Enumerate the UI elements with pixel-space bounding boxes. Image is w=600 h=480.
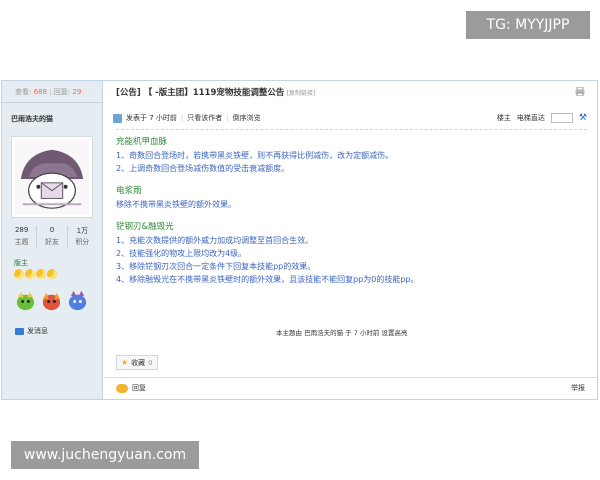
stat-label: 积分 [75,238,90,246]
moon-icon [14,269,24,279]
replies-label: 回复: [53,88,71,96]
copy-link[interactable]: [复制链接] [287,90,316,97]
reverse-order-link[interactable]: 倒序浏览 [233,113,261,123]
moon-icon [25,269,35,279]
highlight-note: 本主题由 巴雨浩夫的猫 于 7 小时前 设置高亮 [276,329,408,337]
screenshot-canvas: TG: MYYJJPP 查看: 688 | 回复: 29 巴雨浩夫的猫 289 … [0,0,600,480]
medal-list [14,289,89,312]
envelope-icon [15,327,24,335]
content-line: 4、移除融毁光在不携带黑炎铁壁时的额外效果，且该技能不能回复pp为0的技能pp。 [116,275,419,284]
post-time: 发表于 7 小时前 [126,114,177,122]
stat-value: 289 [14,226,29,234]
favorite-count: 0 [148,358,153,367]
forum-post: 查看: 688 | 回复: 29 巴雨浩夫的猫 289 主题 0 好友 1万 积… [1,80,598,400]
stat-label: 主题 [14,238,29,246]
content-line: 1、充能次数提供的额外威力加成均调整至首回合生效。 [116,236,314,245]
post-meta: 发表于 7 小时前 | 只看该作者 | 倒序浏览 楼主 电梯直达 ⚒ [113,112,587,124]
content-line: 2、技能强化的物攻上限均改为4级。 [116,249,247,258]
floor-jump-input[interactable] [550,113,573,123]
post-actions-bar: 回复 举报 [104,377,597,399]
post-content: 充能机甲血脉 1、奇数回合登场时，若携带黑炎铁壁，则不再获得比例减伤，改为定额减… [116,136,587,286]
moon-icon [47,269,57,279]
reply-label: 回复 [132,384,146,392]
rank-moons [14,269,57,279]
watermark-top: TG: MYYJJPP [466,11,590,39]
author-stats: 289 主题 0 好友 1万 积分 [7,226,97,247]
thread-stats: 查看: 688 | 回复: 29 [2,81,102,103]
send-message-link[interactable]: 发消息 [15,326,48,336]
medal-blue-creature-icon[interactable] [66,289,89,312]
content-line: 移除不携带黑炎铁壁的额外效果。 [116,200,236,209]
post-body: [公告] 【 -版主团】1119宠物技能调整公告 [复制链接] 发表于 7 小时… [104,81,597,399]
jump-label: 电梯直达 [516,114,545,122]
stat-value: 1万 [76,227,89,235]
user-rank[interactable]: 版主 [14,258,28,268]
print-icon[interactable] [575,87,585,96]
reply-button[interactable]: 回复 [116,383,146,393]
header-divider [116,129,587,130]
send-message-label: 发消息 [27,327,48,335]
thread-header: [公告] 【 -版主团】1119宠物技能调整公告 [复制链接] [116,86,587,104]
only-author-link[interactable]: 只看该作者 [187,113,222,123]
content-line: 3、移除铓钢刃次回合一定条件下回复本技能pp的效果。 [116,262,316,271]
report-link[interactable]: 举报 [571,383,585,393]
views-label: 查看: [15,88,32,96]
avatar[interactable] [11,136,93,218]
author-online-icon [113,113,122,123]
floor-label: 楼主 [496,114,511,122]
section-title: 充能机甲血脉 [116,137,168,147]
star-icon: ★ [121,358,129,367]
views-count: 688 [33,88,47,96]
stat-friends[interactable]: 0 好友 [37,226,68,247]
avatar-image [15,140,89,214]
author-sidebar: 查看: 688 | 回复: 29 巴雨浩夫的猫 289 主题 0 好友 1万 积… [2,81,103,399]
content-line: 2、上调奇数回合登场减伤数值的受击衰减额度。 [116,164,290,173]
section-title: 电浆雨 [116,186,142,196]
watermark-bottom: www.juchengyuan.com [11,441,199,469]
replies-count: 29 [72,88,82,96]
moon-icon [36,269,46,279]
reply-bubble-icon [116,383,128,393]
stat-threads[interactable]: 289 主题 [7,226,38,247]
stat-value: 0 [49,226,55,234]
medal-red-creature-icon[interactable] [40,289,63,312]
section-title: 铓钢刃&融毁光 [116,222,174,232]
content-line: 1、奇数回合登场时，若携带黑炎铁壁，则不再获得比例减伤，改为定额减伤。 [116,151,394,160]
wrench-icon[interactable]: ⚒ [579,113,587,123]
medal-green-creature-icon[interactable] [14,289,37,312]
author-name[interactable]: 巴雨浩夫的猫 [11,114,53,124]
stat-label: 好友 [44,238,59,246]
thread-title: [公告] 【 -版主团】1119宠物技能调整公告 [116,88,285,98]
floor-tools: 楼主 电梯直达 ⚒ [497,113,587,123]
stat-points[interactable]: 1万 积分 [68,226,97,247]
favorite-button[interactable]: ★ 收藏 0 [116,355,158,370]
favorite-label: 收藏 [131,358,146,367]
